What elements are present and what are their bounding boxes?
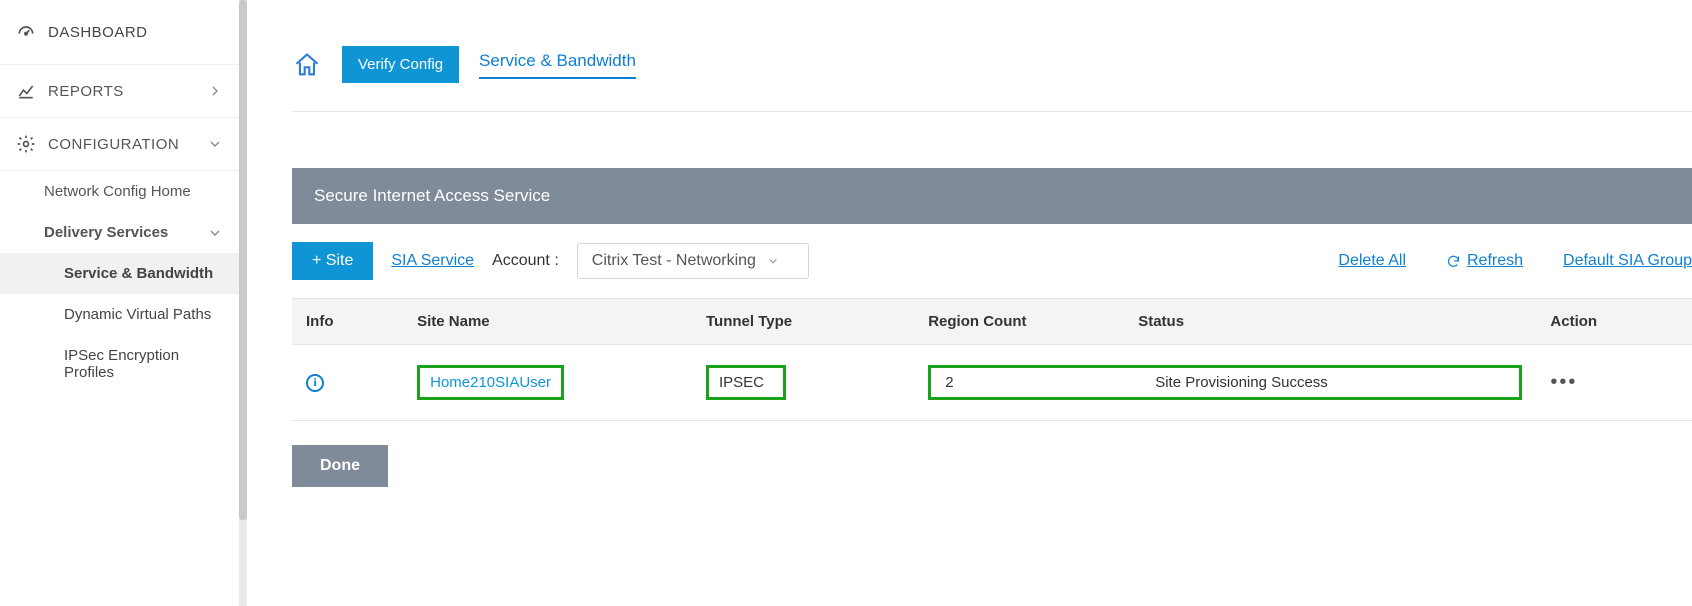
sites-table: Info Site Name Tunnel Type Region Count … xyxy=(292,298,1692,421)
sidebar: DASHBOARD REPORTS CONFIGURATION Network … xyxy=(0,0,240,606)
main-content: Verify Config Service & Bandwidth Secure… xyxy=(248,0,1692,606)
chevron-right-icon xyxy=(207,83,223,99)
info-icon[interactable]: i xyxy=(306,374,324,392)
delete-all-link[interactable]: Delete All xyxy=(1338,252,1406,270)
gear-icon xyxy=(16,134,36,154)
th-tunnel-type: Tunnel Type xyxy=(692,299,914,345)
nav-dashboard-label: DASHBOARD xyxy=(48,24,148,41)
row-actions-menu[interactable]: ••• xyxy=(1550,371,1577,393)
th-status: Status xyxy=(1138,313,1184,330)
nav-delivery-services-label: Delivery Services xyxy=(44,224,168,241)
nav-ipsec-label: IPSec Encryption Profiles xyxy=(64,347,179,381)
highlight-box: 2 Site Provisioning Success xyxy=(928,365,1522,400)
panel-header: Secure Internet Access Service xyxy=(292,168,1692,224)
th-site-name: Site Name xyxy=(403,299,692,345)
nav-dvp-label: Dynamic Virtual Paths xyxy=(64,306,211,323)
tunnel-type-value: IPSEC xyxy=(719,374,764,391)
highlight-box: Home210SIAUser xyxy=(417,365,564,400)
refresh-label: Refresh xyxy=(1467,252,1523,270)
divider xyxy=(292,111,1692,112)
panel-title: Secure Internet Access Service xyxy=(314,186,550,205)
region-count-value: 2 xyxy=(945,374,1155,391)
nav-reports[interactable]: REPORTS xyxy=(0,65,239,118)
account-label: Account : xyxy=(492,252,559,270)
chart-icon xyxy=(16,81,36,101)
site-name-link[interactable]: Home210SIAUser xyxy=(430,374,551,391)
chevron-down-icon xyxy=(207,136,223,152)
breadcrumb-current[interactable]: Service & Bandwidth xyxy=(479,51,636,79)
refresh-link[interactable]: Refresh xyxy=(1446,252,1523,270)
table-row: i Home210SIAUser IPSEC 2 Site Provisioni… xyxy=(292,345,1692,421)
home-icon[interactable] xyxy=(292,50,322,80)
chevron-down-icon xyxy=(207,225,223,241)
done-button[interactable]: Done xyxy=(292,445,388,487)
nav-configuration[interactable]: CONFIGURATION xyxy=(0,118,239,171)
chevron-down-icon xyxy=(766,254,780,268)
highlight-box: IPSEC xyxy=(706,365,786,400)
nav-ipsec-profiles[interactable]: IPSec Encryption Profiles xyxy=(0,335,239,393)
sidebar-scrollbar[interactable] xyxy=(239,0,247,606)
add-site-button[interactable]: + Site xyxy=(292,242,373,280)
th-action: Action xyxy=(1536,299,1692,345)
nav-dynamic-virtual-paths[interactable]: Dynamic Virtual Paths xyxy=(0,294,239,335)
th-region-status: Region Count Status xyxy=(914,299,1536,345)
breadcrumb-row: Verify Config Service & Bandwidth xyxy=(292,46,1692,83)
table-header-row: Info Site Name Tunnel Type Region Count … xyxy=(292,299,1692,345)
nav-service-bandwidth[interactable]: Service & Bandwidth xyxy=(0,253,239,294)
th-region-count: Region Count xyxy=(928,313,1138,330)
nav-dashboard[interactable]: DASHBOARD xyxy=(0,0,239,65)
verify-config-button[interactable]: Verify Config xyxy=(342,46,459,83)
nav-network-config-home[interactable]: Network Config Home xyxy=(0,171,239,212)
nav-configuration-label: CONFIGURATION xyxy=(48,136,179,153)
refresh-icon xyxy=(1446,254,1461,269)
scrollbar-thumb[interactable] xyxy=(239,0,247,520)
nav-service-bandwidth-label: Service & Bandwidth xyxy=(64,265,213,282)
toolbar: + Site SIA Service Account : Citrix Test… xyxy=(292,242,1692,280)
default-sia-group-link[interactable]: Default SIA Group xyxy=(1563,252,1692,270)
status-value: Site Provisioning Success xyxy=(1155,374,1505,391)
sia-service-link[interactable]: SIA Service xyxy=(391,252,474,270)
th-info: Info xyxy=(292,299,403,345)
nav-delivery-services[interactable]: Delivery Services xyxy=(0,212,239,253)
nav-reports-label: REPORTS xyxy=(48,83,124,100)
account-value: Citrix Test - Networking xyxy=(592,252,756,270)
gauge-icon xyxy=(16,22,36,42)
nav-network-config-label: Network Config Home xyxy=(44,183,191,200)
account-select[interactable]: Citrix Test - Networking xyxy=(577,243,809,279)
